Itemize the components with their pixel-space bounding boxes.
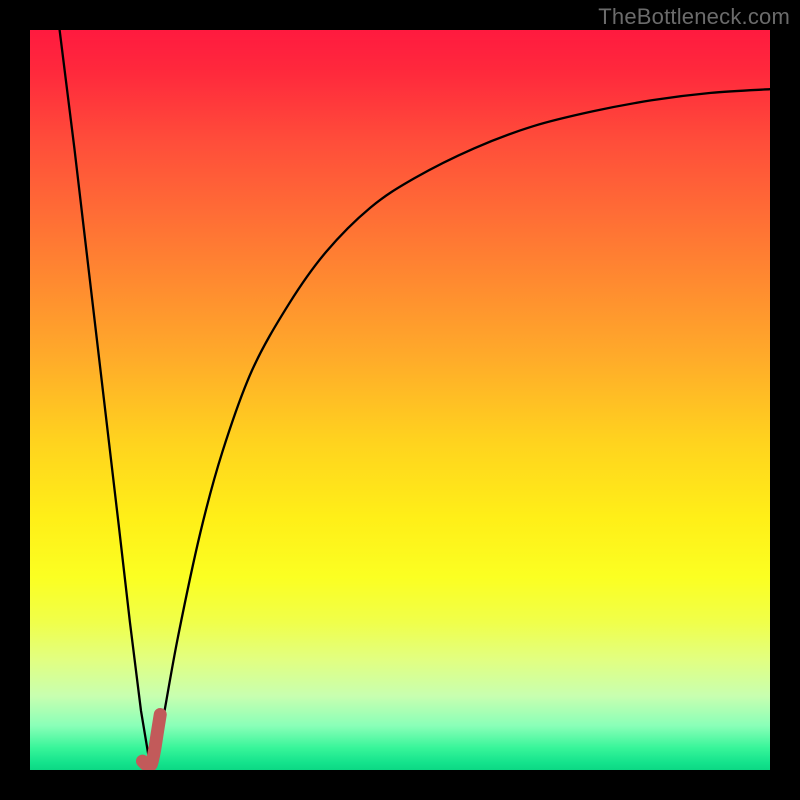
- chart-svg: [30, 30, 770, 770]
- series-group: [60, 30, 770, 765]
- watermark-text: TheBottleneck.com: [598, 4, 790, 30]
- series-left-branch: [60, 30, 149, 755]
- plot-area: [30, 30, 770, 770]
- chart-frame: TheBottleneck.com: [0, 0, 800, 800]
- series-right-branch: [156, 89, 770, 755]
